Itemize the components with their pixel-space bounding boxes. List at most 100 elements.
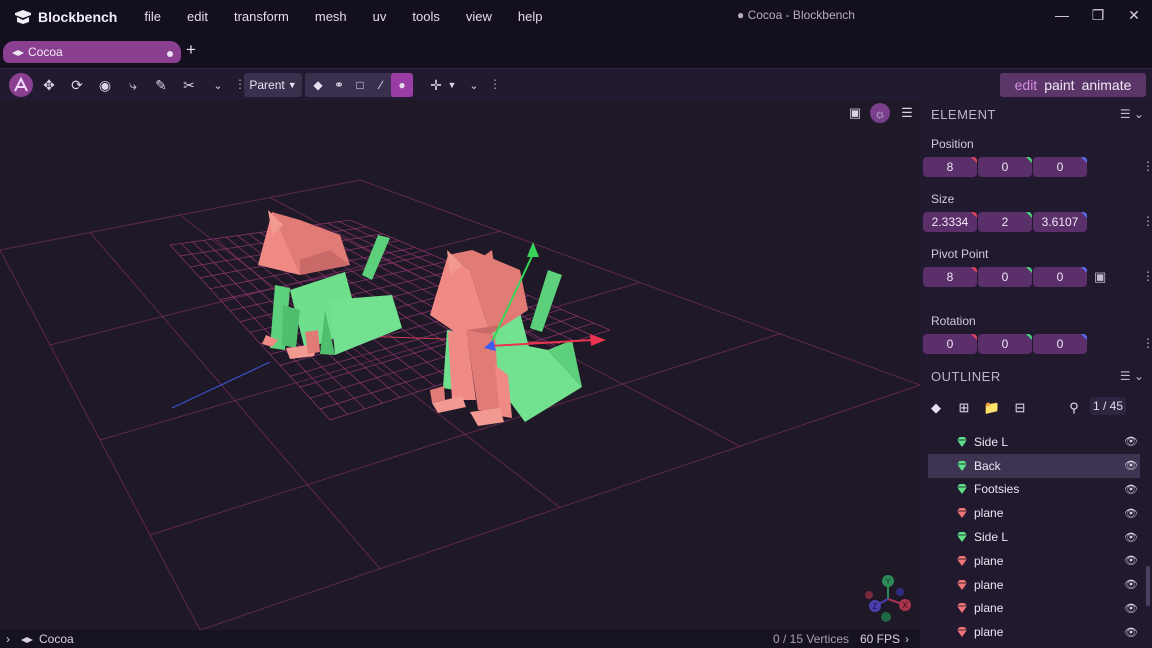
outliner-item[interactable]: Side L 👁 (928, 430, 1140, 454)
outliner-item-label: plane (974, 506, 1004, 521)
scene-canvas[interactable] (0, 100, 920, 630)
position-z-input[interactable]: 0 (1033, 157, 1087, 177)
pivot-x-input[interactable]: 8 (923, 267, 977, 287)
chevron-right-icon[interactable]: › (905, 632, 909, 646)
center-pivot-icon[interactable]: ▣ (1094, 269, 1106, 285)
face-mode-icon[interactable]: □ (349, 73, 371, 97)
screenshot-icon[interactable]: ▣ (845, 103, 865, 123)
vertex-mode-icon[interactable]: ● (391, 73, 413, 97)
outliner-item-label: plane (974, 601, 1004, 616)
outliner-item[interactable]: plane 👁 (928, 501, 1140, 525)
panel-menu-icon[interactable]: ☰ ⌄ (1120, 369, 1144, 383)
mode-edit[interactable]: edit (1015, 77, 1038, 93)
rotate-tool-icon[interactable]: ⟳ (65, 73, 89, 97)
outliner-item[interactable]: plane 👁 (928, 597, 1140, 621)
position-x-input[interactable]: 8 (923, 157, 977, 177)
rotation-x-input[interactable]: 0 (923, 334, 977, 354)
more-options-icon[interactable]: ⋮ (1142, 269, 1152, 283)
visibility-eye-icon[interactable]: 👁 (1124, 578, 1138, 591)
menu-tools[interactable]: tools (399, 0, 452, 34)
tab-cocoa[interactable]: Cocoa (3, 41, 181, 63)
menu-transform[interactable]: transform (221, 0, 302, 34)
orientation-gizmo[interactable]: Y X Z (862, 572, 916, 626)
visibility-eye-icon[interactable]: 👁 (1124, 554, 1138, 567)
link-mode-icon[interactable]: ⚭ (328, 73, 350, 97)
visibility-eye-icon[interactable]: 👁 (1124, 435, 1138, 448)
close-icon[interactable]: ✕ (1116, 0, 1152, 30)
3d-viewport[interactable]: ▣ ☼ ☰ Y X Z (0, 100, 920, 630)
menu-file[interactable]: file (131, 0, 174, 34)
collapse-all-icon[interactable]: ⊟ (1010, 400, 1030, 416)
outliner-item[interactable]: Footsies 👁 (928, 478, 1140, 502)
visibility-eye-icon[interactable]: 👁 (1124, 602, 1138, 615)
more-options-icon[interactable]: ⋮ (1142, 159, 1152, 173)
outliner-item[interactable]: plane 👁 (928, 620, 1140, 644)
menu-view[interactable]: view (453, 0, 505, 34)
outliner-item[interactable]: Back 👁 (928, 453, 1140, 478)
viewport-menu-icon[interactable]: ☰ (897, 103, 917, 123)
edge-mode-icon[interactable]: ∕ (370, 73, 392, 97)
search-icon[interactable]: ⚲ (1064, 400, 1084, 416)
more-options-icon[interactable]: ⋮ (1142, 336, 1152, 350)
outliner-item[interactable]: Side L 👁 (928, 525, 1140, 549)
cat-model-right[interactable] (430, 250, 582, 426)
gizmo-z-label: Z (873, 602, 878, 611)
more-options-icon[interactable]: ⋮ (1142, 214, 1152, 228)
outliner-item[interactable]: plane 👁 (928, 573, 1140, 597)
mode-paint[interactable]: paint (1044, 77, 1074, 93)
pivot-tool-icon[interactable]: ◉ (93, 73, 117, 97)
chevron-down-icon[interactable]: ⌄ (206, 73, 230, 97)
toolbar-more-icon[interactable]: ⋮ (234, 77, 246, 93)
add-tab-button[interactable]: + (186, 40, 196, 60)
fps-counter: 60 FPS (860, 632, 901, 646)
restore-icon[interactable]: ❐ (1080, 0, 1116, 30)
mode-animate[interactable]: animate (1082, 77, 1132, 93)
visibility-eye-icon[interactable]: 👁 (1124, 531, 1138, 544)
visibility-eye-icon[interactable]: 👁 (1124, 483, 1138, 496)
knife-tool-icon[interactable]: ✂ (177, 73, 201, 97)
menu-edit[interactable]: edit (174, 0, 221, 34)
rotation-z-input[interactable]: 0 (1033, 334, 1087, 354)
pivot-y-input[interactable]: 0 (978, 267, 1032, 287)
mesh-gem-icon (957, 436, 967, 447)
menu-mesh[interactable]: mesh (302, 0, 360, 34)
mode-switcher: edit paint animate (1000, 73, 1146, 97)
parent-select[interactable]: Parent ▼ (244, 73, 302, 97)
outliner-scrollbar[interactable] (1146, 566, 1150, 606)
right-sidebar: ELEMENT ☰ ⌄ Position 8 0 0 ⋮ Size 2.3334… (920, 100, 1152, 648)
object-mode-icon[interactable]: ◆ (307, 73, 329, 97)
toolbar-more-icon[interactable]: ⋮ (489, 77, 501, 93)
caret-down-icon[interactable]: ▼ (440, 73, 464, 97)
chevron-down-icon[interactable]: ⌄ (462, 73, 486, 97)
visibility-eye-icon[interactable]: 👁 (1124, 507, 1138, 520)
outliner-item[interactable]: plane 👁 (928, 549, 1140, 573)
add-cube-icon[interactable]: ⊞ (954, 400, 974, 416)
move-tool-icon[interactable]: ✥ (37, 73, 61, 97)
vertex-snap-tool-icon[interactable] (9, 73, 33, 97)
blockbench-logo-icon (15, 10, 31, 24)
visibility-eye-icon[interactable]: 👁 (1124, 626, 1138, 639)
add-group-icon[interactable]: 📁 (982, 400, 1002, 416)
unsaved-dot-icon (167, 51, 173, 57)
size-z-input[interactable]: 3.6107 (1033, 212, 1087, 232)
pivot-z-input[interactable]: 0 (1033, 267, 1087, 287)
visibility-eye-icon[interactable]: 👁 (1124, 459, 1138, 472)
size-y-input[interactable]: 2 (978, 212, 1032, 232)
mesh-icon (21, 637, 33, 643)
cat-model-left[interactable] (258, 210, 402, 359)
paint-tool-icon[interactable]: ✎ (149, 73, 173, 97)
minimize-icon[interactable]: — (1044, 0, 1080, 30)
mesh-gem-icon (957, 627, 967, 638)
lighting-icon[interactable]: ☼ (870, 103, 890, 123)
position-y-input[interactable]: 0 (978, 157, 1032, 177)
vertex-tool-icon[interactable]: ⤷ (121, 73, 145, 97)
menu-help[interactable]: help (505, 0, 556, 34)
add-mesh-icon[interactable]: ◆ (926, 400, 946, 416)
chevron-right-icon[interactable]: › (6, 632, 10, 646)
size-x-input[interactable]: 2.3334 (923, 212, 977, 232)
outliner-list: Side L 👁 Back 👁 Footsies 👁 plane 👁 Side L 👁 plane 👁… (928, 430, 1140, 644)
gizmo-y-label: Y (885, 577, 891, 586)
menu-uv[interactable]: uv (360, 0, 400, 34)
panel-menu-icon[interactable]: ☰ ⌄ (1120, 107, 1144, 121)
rotation-y-input[interactable]: 0 (978, 334, 1032, 354)
